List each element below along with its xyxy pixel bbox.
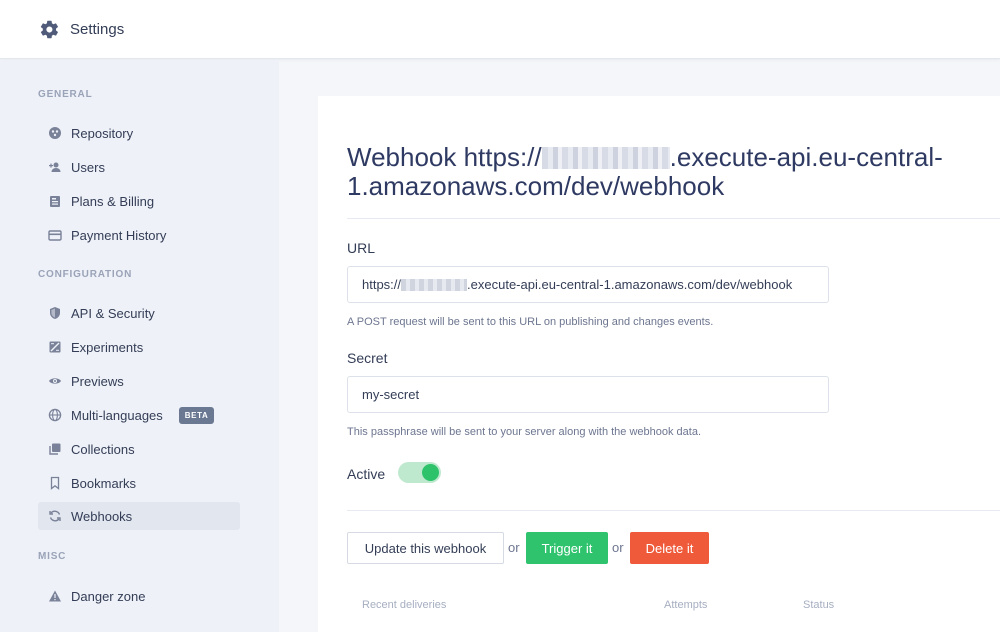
secret-value: my-secret (362, 387, 420, 402)
sidebar-item-collections[interactable]: Collections (38, 435, 240, 463)
secret-label: Secret (347, 350, 388, 366)
collections-icon (48, 442, 62, 456)
update-webhook-button[interactable]: Update this webhook (347, 532, 504, 564)
or-text: or (612, 540, 624, 555)
sidebar-item-api-security[interactable]: API & Security (38, 299, 240, 327)
divider (347, 510, 1000, 511)
billing-icon (48, 194, 62, 208)
sidebar-item-webhooks[interactable]: Webhooks (38, 502, 240, 530)
top-bar: Settings (0, 0, 1000, 59)
sidebar-item-label: Collections (71, 441, 135, 457)
delete-button[interactable]: Delete it (630, 532, 709, 564)
active-label: Active (347, 466, 386, 482)
page-title: Settings (70, 20, 125, 38)
section-misc: MISC (38, 551, 67, 562)
divider (347, 218, 1000, 219)
secret-hint: This passphrase will be sent to your ser… (347, 426, 702, 438)
sidebar-item-experiments[interactable]: Experiments (38, 333, 240, 361)
url-prefix: https:// (362, 277, 402, 292)
toggle-knob (422, 464, 439, 481)
heading-prefix: Webhook https:// (347, 142, 542, 172)
sidebar-item-label: Users (71, 159, 105, 175)
column-header-attempts: Attempts (664, 599, 708, 611)
url-suffix: .execute-api.eu-central-1.amazonaws.com/… (467, 277, 793, 292)
column-header-recent-deliveries: Recent deliveries (362, 599, 447, 611)
trigger-button[interactable]: Trigger it (526, 532, 608, 564)
url-input[interactable]: https:// .execute-api.eu-central-1.amazon… (347, 266, 829, 303)
sidebar-item-repository[interactable]: Repository (38, 119, 240, 147)
sidebar-item-multi-languages[interactable]: Multi-languages BETA (38, 401, 240, 429)
section-general: GENERAL (38, 89, 93, 100)
sidebar-item-label: Payment History (71, 227, 167, 243)
active-toggle[interactable] (398, 462, 441, 483)
sidebar-item-payment-history[interactable]: Payment History (38, 221, 240, 249)
repository-icon (48, 126, 62, 140)
sidebar-item-danger-zone[interactable]: Danger zone (38, 582, 240, 610)
redacted-blur (401, 278, 468, 291)
users-icon (48, 160, 62, 174)
sidebar-item-users[interactable]: Users (38, 153, 240, 181)
sidebar-item-label: Danger zone (71, 588, 146, 604)
sidebar-item-label: Multi-languages (71, 407, 163, 423)
beta-badge: BETA (178, 406, 215, 424)
sidebar: GENERAL Repository Users Plans & Billing… (0, 60, 279, 632)
globe-icon (48, 408, 62, 422)
sidebar-item-label: Webhooks (71, 508, 133, 524)
url-label: URL (347, 240, 376, 256)
bookmark-icon (48, 476, 62, 490)
secret-input[interactable]: my-secret (347, 376, 829, 413)
refresh-icon (48, 509, 62, 523)
eye-icon (48, 374, 62, 388)
sidebar-item-bookmarks[interactable]: Bookmarks (38, 469, 240, 497)
url-hint: A POST request will be sent to this URL … (347, 316, 714, 328)
gear-icon (38, 18, 60, 40)
sidebar-item-label: Repository (71, 125, 134, 141)
experiments-icon (48, 340, 62, 354)
sidebar-item-previews[interactable]: Previews (38, 367, 240, 395)
sidebar-item-label: Bookmarks (71, 475, 137, 491)
credit-card-icon (48, 228, 62, 242)
column-header-status: Status (803, 599, 835, 611)
sidebar-item-label: Previews (71, 373, 124, 389)
warning-icon (48, 589, 62, 603)
webhook-card: Webhook https:// .execute-api.eu-central-… (318, 96, 1000, 632)
section-configuration: CONFIGURATION (38, 269, 133, 280)
shield-icon (48, 306, 62, 320)
webhook-heading: Webhook https://.execute-api.eu-central-… (347, 143, 997, 201)
or-text: or (508, 540, 520, 555)
sidebar-item-label: Experiments (71, 339, 144, 355)
sidebar-item-label: API & Security (71, 305, 155, 321)
sidebar-item-plans-billing[interactable]: Plans & Billing (38, 187, 240, 215)
sidebar-item-label: Plans & Billing (71, 193, 155, 209)
redacted-blur (541, 147, 670, 169)
